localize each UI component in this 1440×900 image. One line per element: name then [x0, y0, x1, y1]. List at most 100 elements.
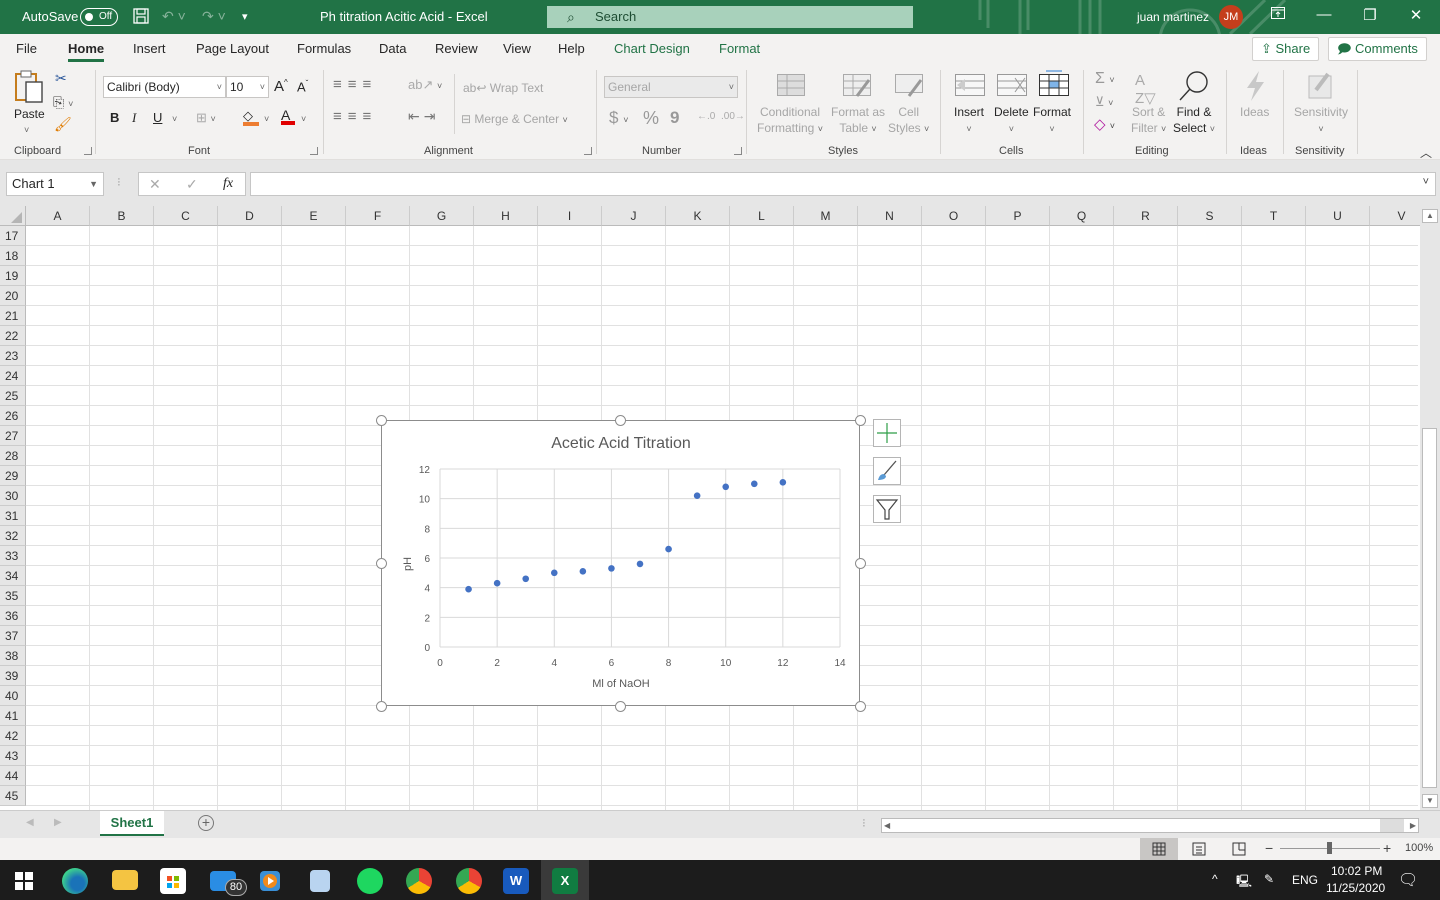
column-header-h[interactable]: H: [474, 206, 538, 226]
alignment-launcher-icon[interactable]: [584, 147, 592, 155]
media-player-icon[interactable]: [260, 871, 280, 891]
tab-page-layout[interactable]: Page Layout: [196, 41, 269, 56]
find-select-icon[interactable]: [1178, 70, 1210, 105]
row-header-30[interactable]: 30: [0, 486, 26, 506]
data-point[interactable]: [493, 579, 501, 587]
data-point[interactable]: [693, 492, 701, 499]
store-icon[interactable]: [160, 868, 186, 894]
row-header-41[interactable]: 41: [0, 706, 26, 726]
resize-handle-top[interactable]: [615, 415, 626, 426]
paste-dropdown-icon[interactable]: ˅: [24, 122, 29, 138]
tab-help[interactable]: Help: [558, 41, 585, 56]
insert-cells-button[interactable]: Insert ˅: [954, 104, 984, 137]
sheet-tab-sheet1[interactable]: Sheet1: [100, 811, 164, 836]
clipboard-launcher-icon[interactable]: [84, 147, 92, 155]
horizontal-align-icons[interactable]: ≡≡≡: [333, 108, 377, 125]
row-header-44[interactable]: 44: [0, 766, 26, 786]
vertical-scrollbar[interactable]: ▲ ▼: [1420, 206, 1440, 810]
notifications-icon[interactable]: 🗨: [1398, 870, 1418, 890]
tab-formulas[interactable]: Formulas: [297, 41, 351, 56]
data-point[interactable]: [550, 569, 558, 577]
fill-icon[interactable]: ⊻ ˅: [1095, 94, 1113, 110]
row-header-34[interactable]: 34: [0, 566, 26, 586]
scroll-up-icon[interactable]: ▲: [1422, 209, 1438, 223]
column-header-o[interactable]: O: [922, 206, 986, 226]
formula-input[interactable]: ˅: [250, 172, 1436, 196]
autosum-icon[interactable]: Σ ˅: [1095, 70, 1115, 88]
resize-handle-top-left[interactable]: [376, 415, 387, 426]
user-avatar[interactable]: JM: [1219, 5, 1243, 29]
resize-handle-left[interactable]: [376, 558, 387, 569]
column-header-u[interactable]: U: [1306, 206, 1370, 226]
row-header-45[interactable]: 45: [0, 786, 26, 806]
clock-date[interactable]: 11/25/2020: [1326, 881, 1385, 895]
row-header-43[interactable]: 43: [0, 746, 26, 766]
number-format-dropdown[interactable]: General ˅: [604, 76, 738, 98]
currency-button[interactable]: $ ˅: [609, 108, 628, 128]
data-point[interactable]: [779, 479, 787, 486]
row-header-18[interactable]: 18: [0, 246, 26, 266]
row-header-27[interactable]: 27: [0, 426, 26, 446]
windows-start-icon[interactable]: [15, 872, 33, 890]
zoom-level[interactable]: 100%: [1405, 842, 1433, 854]
clear-icon[interactable]: ◇ ˅: [1094, 115, 1115, 133]
row-header-42[interactable]: 42: [0, 726, 26, 746]
autosave-toggle[interactable]: Off: [80, 8, 118, 26]
font-color-dropdown-icon[interactable]: ˅: [301, 114, 306, 124]
row-header-29[interactable]: 29: [0, 466, 26, 486]
cancel-icon[interactable]: ✕: [149, 176, 161, 193]
share-button[interactable]: ⇪ Share: [1252, 37, 1320, 61]
format-as-table-button[interactable]: Format as Table ˅: [831, 104, 885, 137]
conditional-formatting-icon[interactable]: [777, 74, 805, 99]
spotify-icon[interactable]: [357, 868, 383, 894]
row-header-21[interactable]: 21: [0, 306, 26, 326]
collapse-ribbon-icon[interactable]: ︿: [1420, 144, 1432, 161]
comments-button[interactable]: 🗩 Comments: [1328, 37, 1427, 61]
chrome-icon[interactable]: [406, 868, 432, 894]
format-cells-button[interactable]: Format ˅: [1033, 104, 1071, 137]
tab-home[interactable]: Home: [68, 41, 105, 62]
percent-button[interactable]: %: [643, 108, 659, 129]
y-axis-title[interactable]: pH: [402, 557, 414, 571]
data-point[interactable]: [608, 565, 615, 572]
tab-data[interactable]: Data: [379, 41, 406, 56]
save-icon[interactable]: [133, 8, 149, 27]
column-header-g[interactable]: G: [410, 206, 474, 226]
insert-function-button[interactable]: fx: [223, 176, 233, 192]
zoom-slider-thumb[interactable]: [1327, 842, 1332, 854]
row-header-17[interactable]: 17: [0, 226, 26, 246]
resize-handle-top-right[interactable]: [855, 415, 866, 426]
row-header-33[interactable]: 33: [0, 546, 26, 566]
undo-icon[interactable]: ↶ ˅: [162, 8, 186, 25]
underline-button[interactable]: U: [153, 110, 162, 125]
insert-cells-icon[interactable]: [955, 74, 985, 99]
cell-styles-button[interactable]: Cell Styles ˅: [888, 104, 929, 137]
font-launcher-icon[interactable]: [310, 147, 318, 155]
customize-toolbar-icon[interactable]: ▾: [242, 10, 248, 23]
sensitivity-icon[interactable]: [1308, 70, 1336, 103]
column-header-j[interactable]: J: [602, 206, 666, 226]
data-point[interactable]: [750, 480, 758, 488]
copy-icon[interactable]: ⎘ ˅: [53, 94, 73, 111]
row-header-32[interactable]: 32: [0, 526, 26, 546]
data-point[interactable]: [522, 575, 530, 583]
expand-formula-icon[interactable]: ˅: [1423, 176, 1429, 188]
language-indicator[interactable]: ENG: [1292, 873, 1318, 887]
column-header-i[interactable]: I: [538, 206, 602, 226]
merge-center-button[interactable]: ⊟ Merge & Center ˅: [461, 111, 568, 128]
name-box[interactable]: Chart 1 ▼: [6, 172, 104, 196]
borders-icon[interactable]: ⊞ ˅: [196, 110, 216, 126]
format-painter-icon[interactable]: 🖌: [54, 116, 72, 133]
pen-icon[interactable]: ✎: [1264, 872, 1274, 886]
comma-button[interactable]: 9: [670, 108, 679, 128]
decrease-font-icon[interactable]: Aˇ: [297, 79, 308, 94]
row-header-39[interactable]: 39: [0, 666, 26, 686]
row-header-20[interactable]: 20: [0, 286, 26, 306]
scroll-sheets-left-icon[interactable]: ◀: [26, 817, 34, 828]
normal-view-button[interactable]: [1140, 838, 1178, 860]
excel-taskbar-button[interactable]: X: [541, 860, 589, 900]
scroll-left-icon[interactable]: ◀: [884, 819, 890, 832]
data-series[interactable]: [465, 479, 787, 593]
sensitivity-button[interactable]: Sensitivity ˅: [1294, 104, 1348, 137]
column-header-m[interactable]: M: [794, 206, 858, 226]
